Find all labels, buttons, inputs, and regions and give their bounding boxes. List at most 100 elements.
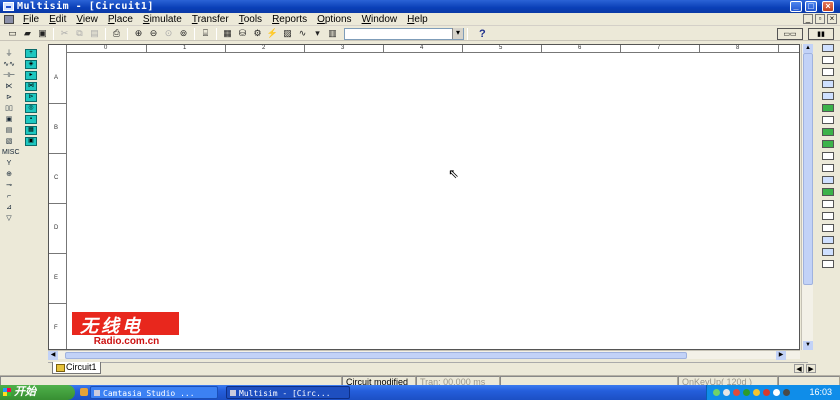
virtual-source-icon[interactable]: + (25, 49, 37, 58)
ttl-icon[interactable]: ▯▯ (2, 104, 16, 113)
menu-place[interactable]: Place (103, 13, 138, 26)
task-multisim[interactable]: Multisim - [Circ... (226, 386, 350, 399)
tray-qq-icon[interactable] (753, 389, 760, 396)
electrical-rules-icon[interactable]: ▥ (326, 28, 339, 40)
network-analyzer-icon[interactable] (822, 200, 834, 208)
virtual-transistor-icon[interactable]: ⋈ (25, 82, 37, 91)
menu-window[interactable]: Window (357, 13, 403, 26)
tab-prev-arrow-icon[interactable]: ◀ (794, 364, 804, 373)
mixed-icon[interactable]: ▧ (2, 137, 16, 146)
doc-close-button[interactable]: × (827, 14, 837, 24)
tray-antivirus-icon[interactable] (743, 389, 750, 396)
analysis-icon[interactable]: ∿ (296, 28, 309, 40)
in-use-list-combo[interactable] (344, 27, 464, 40)
misc-digital-icon[interactable]: ▤ (2, 126, 16, 135)
tray-volume-icon[interactable] (723, 389, 730, 396)
scroll-left-arrow-icon[interactable]: ◀ (48, 351, 58, 360)
tray-input-icon[interactable] (783, 389, 790, 396)
menu-edit[interactable]: Edit (44, 13, 71, 26)
basic-icon[interactable]: ∿∿ (2, 60, 16, 69)
ladder-icon[interactable]: ⌐ (2, 192, 16, 201)
oscilloscope-icon[interactable] (822, 80, 834, 88)
four-channel-oscilloscope-icon[interactable] (822, 92, 834, 100)
zoom-area-icon[interactable]: ⊙ (162, 28, 175, 40)
spectrum-analyzer-icon[interactable] (822, 188, 834, 196)
virtual-measure-icon[interactable]: ◎ (25, 104, 37, 113)
vertical-scroll-thumb[interactable] (803, 53, 813, 285)
vertical-scrollbar[interactable]: ▲ ▼ (801, 44, 813, 350)
frequency-counter-icon[interactable] (822, 116, 834, 124)
copy-icon[interactable]: ⧉ (73, 28, 86, 40)
wattmeter-icon[interactable] (822, 68, 834, 76)
function-generator-icon[interactable] (822, 56, 834, 64)
scroll-up-arrow-icon[interactable]: ▲ (803, 44, 813, 53)
save-icon[interactable]: ▣ (36, 28, 49, 40)
virtual-diode-icon[interactable]: ▸ (25, 71, 37, 80)
horizontal-scrollbar[interactable]: ◀ ▶ (48, 350, 800, 360)
open-folder-icon[interactable]: ▰ (21, 28, 34, 40)
virtual-rated-icon[interactable]: ▦ (25, 126, 37, 135)
paste-icon[interactable]: ▤ (88, 28, 101, 40)
tab-next-arrow-icon[interactable]: ▶ (806, 364, 816, 373)
menu-help[interactable]: Help (402, 13, 433, 26)
title-bar[interactable]: Multisim - [Circuit1] _ □ × (0, 0, 840, 13)
tray-record-icon[interactable] (763, 389, 770, 396)
zoom-in-icon[interactable]: ⊕ (132, 28, 145, 40)
quick-launch-icon[interactable] (80, 388, 88, 396)
agilent-multimeter-icon[interactable] (822, 224, 834, 232)
virtual-3d-icon[interactable]: ▣ (25, 137, 37, 146)
virtual-analog-icon[interactable]: ⊳ (25, 93, 37, 102)
menu-reports[interactable]: Reports (267, 13, 312, 26)
scroll-right-arrow-icon[interactable]: ▶ (776, 351, 786, 360)
tektronix-oscilloscope-icon[interactable] (822, 248, 834, 256)
menu-tools[interactable]: Tools (234, 13, 267, 26)
measurement-probe-icon[interactable] (822, 260, 834, 268)
tray-network-icon[interactable] (713, 389, 720, 396)
new-file-icon[interactable]: ▭ (6, 28, 19, 40)
word-generator-icon[interactable] (822, 128, 834, 136)
distortion-analyzer-icon[interactable] (822, 176, 834, 184)
tab-circuit1[interactable]: Circuit1 (52, 362, 101, 374)
tray-app-icon[interactable] (733, 389, 740, 396)
grapher-icon[interactable]: ▨ (281, 28, 294, 40)
multisim-app-icon[interactable] (3, 2, 14, 11)
indicator-icon[interactable]: MISC (2, 148, 20, 157)
help-button[interactable]: ? (479, 28, 486, 40)
doc-minimize-button[interactable]: _ (803, 14, 813, 24)
agilent-oscilloscope-icon[interactable] (822, 236, 834, 244)
place-bus-icon[interactable]: ⊿ (2, 203, 16, 212)
menu-file[interactable]: File (18, 13, 44, 26)
misc-icon[interactable]: Y (2, 159, 16, 168)
database-icon[interactable]: ⛁ (236, 28, 249, 40)
simulate-switch-icon[interactable]: ▭▭ (777, 28, 803, 40)
source-icon[interactable]: ⏚ (2, 49, 16, 58)
maximize-button[interactable]: □ (805, 1, 817, 12)
cut-icon[interactable]: ✂ (58, 28, 71, 40)
analog-icon[interactable]: ⊳ (2, 93, 16, 102)
spreadsheet-icon[interactable]: ▦ (221, 28, 234, 40)
component-wizard-icon[interactable]: ⚙ (251, 28, 264, 40)
schematic-canvas[interactable]: 0 1 2 3 4 5 6 7 8 A B C D E F (48, 44, 800, 350)
electromechanical-icon[interactable]: ⊸ (2, 181, 16, 190)
menu-simulate[interactable]: Simulate (138, 13, 187, 26)
minimize-button[interactable]: _ (790, 1, 802, 12)
start-button[interactable]: 开始 (0, 385, 75, 400)
multimeter-icon[interactable] (822, 44, 834, 52)
virtual-misc-icon[interactable]: ▪ (25, 115, 37, 124)
tray-misc-icon[interactable] (773, 389, 780, 396)
transistor-icon[interactable]: ⋉ (2, 82, 16, 91)
diode-icon[interactable]: ⊣⊢ (2, 71, 16, 80)
menu-transfer[interactable]: Transfer (187, 13, 234, 26)
simulate-icon[interactable]: ⚡ (266, 28, 279, 40)
zoom-out-icon[interactable]: ⊖ (147, 28, 160, 40)
print-icon[interactable]: ⎙ (110, 28, 123, 40)
virtual-basic-icon[interactable]: ◈ (25, 60, 37, 69)
bode-plotter-icon[interactable] (822, 104, 834, 112)
horizontal-scroll-thumb[interactable] (65, 352, 687, 359)
doc-restore-button[interactable]: ▫ (815, 14, 825, 24)
zoom-fit-icon[interactable]: ⊚ (177, 28, 190, 40)
design-toolbox-icon[interactable]: ⌸ (199, 28, 212, 40)
cmos-icon[interactable]: ▣ (2, 115, 16, 124)
place-hierarchical-icon[interactable]: ▽ (2, 214, 16, 223)
menu-view[interactable]: View (71, 13, 103, 26)
